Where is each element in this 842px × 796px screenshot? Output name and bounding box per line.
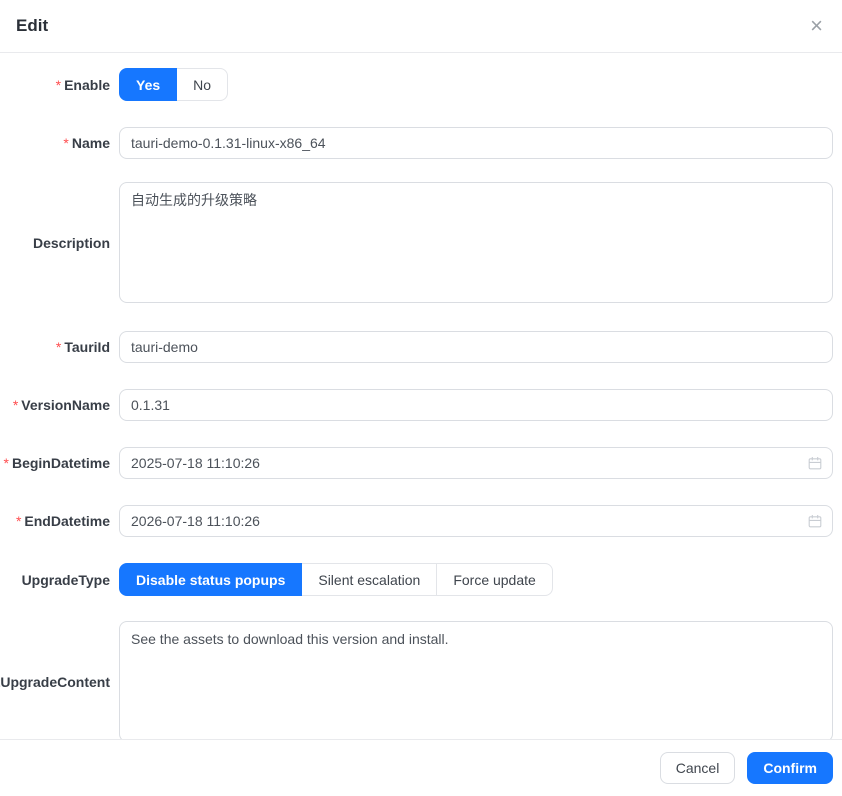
- modal-header: Edit ×: [0, 0, 842, 53]
- upgrade-type-label-text: UpgradeType: [22, 572, 110, 588]
- upgrade-type-segmented-group: Disable status popups Silent escalation …: [119, 563, 553, 596]
- enable-segmented-group: Yes No: [119, 68, 228, 101]
- edit-modal: Edit × * Enable Yes No * Name: [0, 0, 842, 796]
- form-row-name: * Name: [0, 127, 833, 159]
- begin-datetime-label-text: BeginDatetime: [12, 455, 110, 471]
- required-asterisk: *: [13, 397, 18, 413]
- form-row-end-datetime: * EndDatetime: [0, 505, 833, 537]
- required-asterisk: *: [4, 455, 9, 471]
- enable-option-no[interactable]: No: [176, 68, 228, 101]
- form-row-begin-datetime: * BeginDatetime: [0, 447, 833, 479]
- modal-title: Edit: [16, 16, 48, 36]
- begin-datetime-control: [119, 447, 833, 479]
- form-row-description: Description 自动生成的升级策略: [0, 182, 833, 303]
- description-control: 自动生成的升级策略: [119, 182, 833, 303]
- begin-datetime-input[interactable]: [119, 447, 833, 479]
- modal-body: * Enable Yes No * Name Description: [0, 53, 842, 739]
- upgrade-type-option-force-update[interactable]: Force update: [436, 563, 553, 596]
- upgrade-type-label: UpgradeType: [0, 572, 110, 588]
- upgrade-type-option-silent-escalation[interactable]: Silent escalation: [301, 563, 437, 596]
- upgrade-content-textarea[interactable]: See the assets to download this version …: [119, 621, 833, 739]
- upgrade-type-option-disable-status-popups[interactable]: Disable status popups: [119, 563, 302, 596]
- upgrade-type-control: Disable status popups Silent escalation …: [119, 563, 833, 596]
- end-datetime-control: [119, 505, 833, 537]
- tauri-id-control: [119, 331, 833, 363]
- calendar-icon: [808, 456, 822, 470]
- enable-control: Yes No: [119, 68, 833, 101]
- name-label-text: Name: [72, 135, 110, 151]
- required-asterisk: *: [16, 513, 21, 529]
- modal-footer: Cancel Confirm: [0, 739, 842, 796]
- required-asterisk: *: [63, 135, 68, 151]
- description-label-text: Description: [33, 235, 110, 251]
- required-asterisk: *: [56, 339, 61, 355]
- end-datetime-label: * EndDatetime: [0, 513, 110, 529]
- description-textarea[interactable]: 自动生成的升级策略: [119, 182, 833, 303]
- version-name-input[interactable]: [119, 389, 833, 421]
- enable-label-text: Enable: [64, 77, 110, 93]
- form-row-upgrade-content: tUpgradeContent See the assets to downlo…: [0, 621, 833, 739]
- end-datetime-label-text: EndDatetime: [24, 513, 110, 529]
- enable-label: * Enable: [0, 77, 110, 93]
- upgrade-content-label-text: tUpgradeContent: [0, 674, 110, 690]
- form-row-version-name: * VersionName: [0, 389, 833, 421]
- upgrade-content-label: tUpgradeContent: [0, 674, 110, 690]
- form-row-upgrade-type: UpgradeType Disable status popups Silent…: [0, 563, 833, 596]
- name-control: [119, 127, 833, 159]
- tauri-id-label-text: TauriId: [64, 339, 110, 355]
- version-name-control: [119, 389, 833, 421]
- form-row-enable: * Enable Yes No: [0, 68, 833, 101]
- version-name-label-text: VersionName: [21, 397, 110, 413]
- required-asterisk: *: [56, 77, 61, 93]
- version-name-label: * VersionName: [0, 397, 110, 413]
- description-label: Description: [0, 235, 110, 251]
- tauri-id-label: * TauriId: [0, 339, 110, 355]
- enable-option-yes[interactable]: Yes: [119, 68, 177, 101]
- name-label: * Name: [0, 135, 110, 151]
- end-datetime-input[interactable]: [119, 505, 833, 537]
- form-row-tauri-id: * TauriId: [0, 331, 833, 363]
- close-icon[interactable]: ×: [810, 15, 823, 37]
- tauri-id-input[interactable]: [119, 331, 833, 363]
- begin-datetime-label: * BeginDatetime: [0, 455, 110, 471]
- name-input[interactable]: [119, 127, 833, 159]
- calendar-icon: [808, 514, 822, 528]
- cancel-button[interactable]: Cancel: [660, 752, 736, 784]
- upgrade-content-control: See the assets to download this version …: [119, 621, 833, 739]
- confirm-button[interactable]: Confirm: [747, 752, 833, 784]
